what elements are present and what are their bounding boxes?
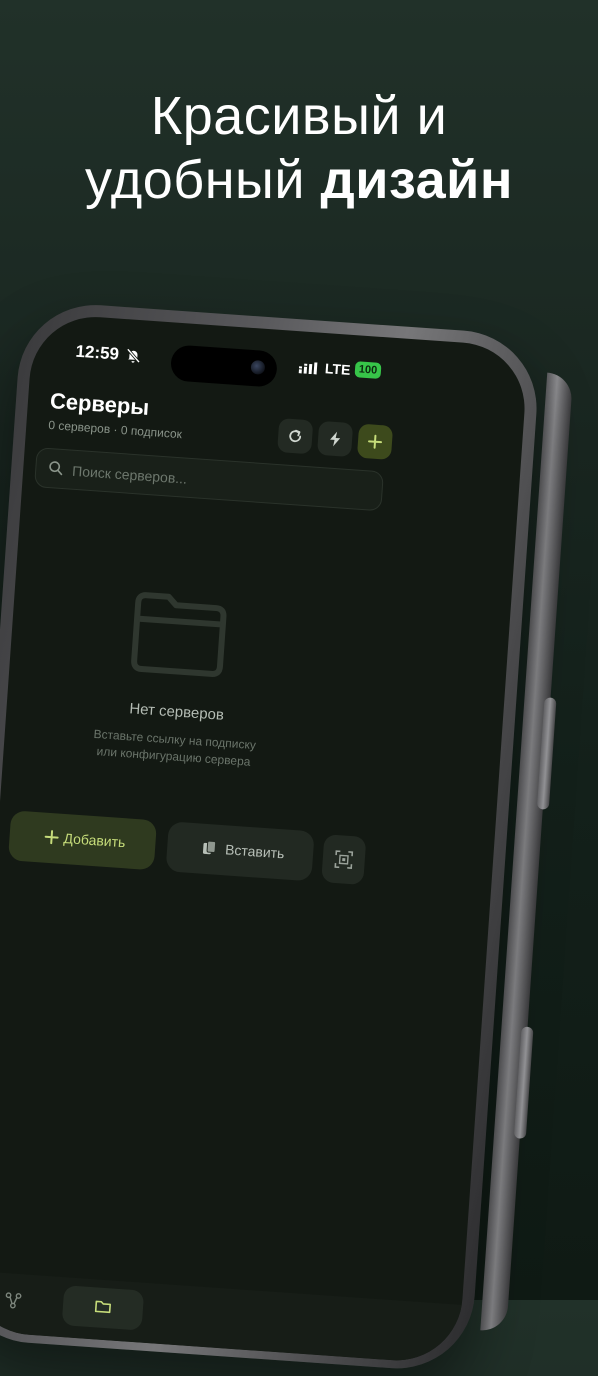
bell-off-icon <box>126 348 141 364</box>
clipboard-icon <box>202 840 217 855</box>
phone-mockup: 12:59 LTE 100 Серверы 0 серверов · 0 под… <box>0 299 574 1375</box>
qr-scan-icon <box>334 850 354 869</box>
tab-servers[interactable] <box>61 1285 145 1331</box>
paste-button-label: Вставить <box>224 841 285 862</box>
plus-icon <box>368 434 382 449</box>
add-server-header-button[interactable] <box>356 423 394 460</box>
signal-icon <box>298 362 318 375</box>
add-button-label: Добавить <box>63 830 126 851</box>
camera-icon <box>250 359 266 375</box>
nodes-icon <box>5 1292 22 1309</box>
folder-icon <box>94 1300 111 1314</box>
add-button[interactable]: Добавить <box>7 810 158 871</box>
network-type: LTE <box>324 360 351 378</box>
page-subtitle: 0 серверов · 0 подписок <box>47 417 183 442</box>
scan-qr-button[interactable] <box>321 834 367 885</box>
headline-bold: дизайн <box>320 150 513 210</box>
refresh-button[interactable] <box>277 418 314 455</box>
battery-indicator: 100 <box>354 361 382 379</box>
status-time: 12:59 <box>74 341 120 364</box>
headline-line-1: Красивый и <box>150 86 448 146</box>
paste-button[interactable]: Вставить <box>165 821 315 882</box>
tab-bar <box>0 1270 463 1365</box>
folder-icon <box>131 592 227 677</box>
headline-line-2: удобный дизайн <box>0 148 598 212</box>
tab-connections[interactable] <box>0 1280 44 1324</box>
phone-screen: 12:59 LTE 100 Серверы 0 серверов · 0 под… <box>0 312 529 1365</box>
search-input[interactable] <box>68 450 375 512</box>
search-bar <box>34 447 384 512</box>
bolt-button[interactable] <box>316 420 354 458</box>
phone-frame: 12:59 LTE 100 Серверы 0 серверов · 0 под… <box>0 299 542 1374</box>
search-icon <box>49 461 63 476</box>
promo-headline: Красивый и удобный дизайн <box>0 84 598 212</box>
dynamic-island <box>169 344 279 388</box>
refresh-icon <box>289 429 302 443</box>
bolt-icon <box>330 431 341 447</box>
headline-regular: удобный <box>85 150 305 210</box>
plus-icon <box>44 830 59 845</box>
page-title: Серверы <box>49 388 150 420</box>
